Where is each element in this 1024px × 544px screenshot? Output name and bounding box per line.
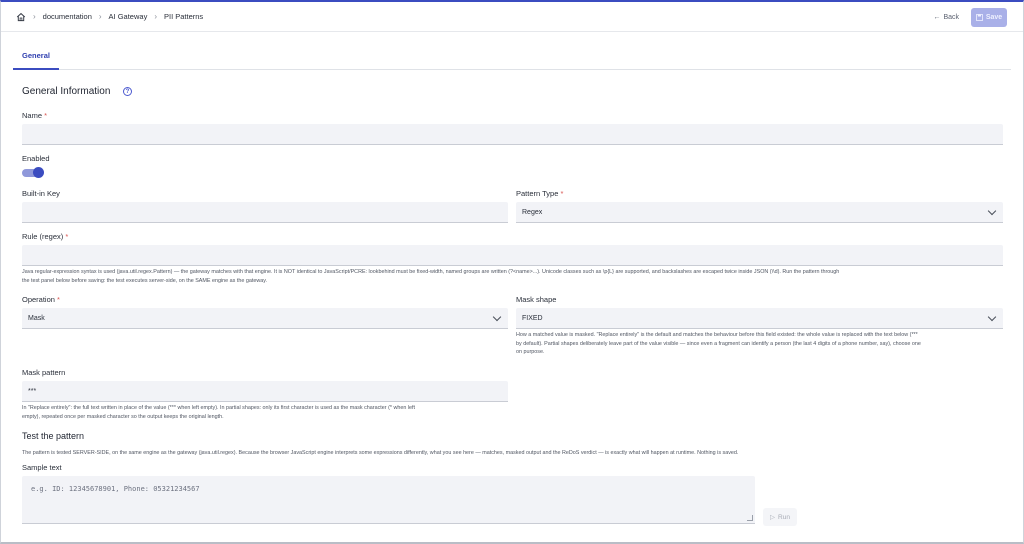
top-bar: › documentation › AI Gateway › PII Patte… <box>1 2 1023 32</box>
rule-hint: Java regular-expression syntax is used (… <box>22 268 1007 285</box>
mask-shape-hint-line-3: on purpose. <box>516 349 545 355</box>
mask-shape-label: Mask shape <box>516 295 557 304</box>
save-button-label: Save <box>985 14 1003 21</box>
operation-select[interactable]: Mask <box>22 308 508 329</box>
enabled-label: Enabled <box>22 154 50 163</box>
tab-general[interactable]: General <box>13 42 59 70</box>
pattern-type-value: Regex <box>522 208 543 216</box>
builtin-key-label: Built-in Key <box>22 189 60 198</box>
save-icon <box>975 14 983 21</box>
app-window: › documentation › AI Gateway › PII Patte… <box>0 0 1024 544</box>
mask-shape-hint: How a matched value is masked. "Replace … <box>516 331 1006 357</box>
save-button[interactable]: Save <box>971 8 1007 27</box>
sample-text-placeholder: e.g. ID: 12345678901, Phone: 05321234567 <box>31 485 200 493</box>
chevron-right-icon: › <box>154 12 157 21</box>
name-input[interactable] <box>22 124 1003 145</box>
chevron-down-icon <box>492 312 502 322</box>
name-label: Name * <box>22 111 48 120</box>
arrow-left-icon: ← <box>933 14 941 21</box>
run-button[interactable]: ▷ Run <box>763 508 797 526</box>
rule-hint-line-1: Java regular-expression syntax is used (… <box>22 269 840 275</box>
home-icon[interactable] <box>16 12 26 22</box>
chevron-down-icon <box>987 312 997 322</box>
play-icon: ▷ <box>770 514 776 521</box>
tab-bar: General <box>13 42 1011 70</box>
back-button[interactable]: ← Back <box>933 14 959 21</box>
enabled-toggle[interactable] <box>22 167 44 178</box>
chevron-down-icon <box>987 206 997 216</box>
mask-shape-hint-line-2: by default). Partial shapes deliberately… <box>516 340 921 347</box>
rule-input[interactable] <box>22 245 1003 266</box>
section-title-test: Test the pattern <box>22 431 85 441</box>
mask-shape-select[interactable]: FIXED <box>516 308 1003 329</box>
breadcrumb-item-documentation[interactable]: documentation <box>43 12 92 21</box>
resize-handle-icon[interactable] <box>747 515 753 521</box>
mask-shape-value: FIXED <box>522 314 543 322</box>
mask-pattern-hint-line-1: In "Replace entirely": the full text wri… <box>22 405 416 411</box>
builtin-key-input[interactable] <box>22 202 508 223</box>
chevron-right-icon: › <box>98 12 102 21</box>
mask-pattern-input[interactable]: *** <box>22 381 508 402</box>
sample-text-input[interactable]: e.g. ID: 12345678901, Phone: 05321234567 <box>22 476 755 524</box>
pattern-type-select[interactable]: Regex <box>516 202 1003 223</box>
section-title-general: General Information <box>22 86 111 97</box>
rule-label: Rule (regex) * <box>22 232 69 241</box>
test-hint: The pattern is tested SERVER-SIDE, on th… <box>22 450 739 456</box>
run-button-label: Run <box>778 513 790 521</box>
mask-pattern-hint: In "Replace entirely": the full text wri… <box>22 404 512 421</box>
sample-text-label: Sample text <box>22 463 62 472</box>
operation-label: Operation * <box>22 295 60 304</box>
pattern-type-label: Pattern Type * <box>516 189 564 198</box>
breadcrumb: › documentation › AI Gateway › PII Patte… <box>16 12 203 22</box>
toggle-knob <box>33 167 44 178</box>
mask-pattern-hint-line-2: empty), repeated once per masked charact… <box>22 413 224 420</box>
rule-hint-line-2: the test panel below before saving: the … <box>22 277 268 284</box>
mask-pattern-label: Mask pattern <box>22 368 66 377</box>
help-icon[interactable]: ? <box>123 87 132 96</box>
breadcrumb-item-ai-gateway[interactable]: AI Gateway <box>109 12 148 21</box>
back-button-label: Back <box>943 14 959 21</box>
mask-shape-hint-line-1: How a matched value is masked. "Replace … <box>516 332 918 338</box>
breadcrumb-item-pii-patterns: PII Patterns <box>164 12 204 21</box>
chevron-right-icon: › <box>33 12 36 21</box>
operation-value: Mask <box>28 314 45 322</box>
